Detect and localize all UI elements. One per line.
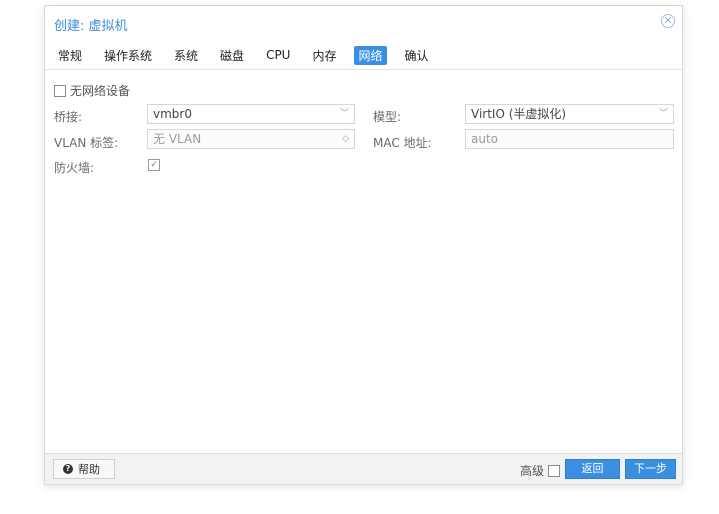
close-icon[interactable]: × (661, 14, 675, 28)
advanced-label: 高级 (519, 464, 544, 478)
question-icon: ? (63, 464, 73, 474)
vlan-label: VLAN 标签: (54, 136, 119, 150)
mac-label: MAC 地址: (373, 136, 432, 150)
tab-os[interactable]: 操作系统 (100, 46, 156, 65)
model-select[interactable]: VirtIO (半虚拟化) ﹀ (465, 104, 674, 124)
chevron-down-icon[interactable]: ﹀ (340, 105, 349, 123)
mac-value: auto (471, 132, 499, 146)
help-button[interactable]: ? 帮助 (53, 459, 115, 479)
tab-memory[interactable]: 内存 (308, 46, 340, 65)
no-network-checkbox[interactable] (54, 84, 66, 97)
vlan-field[interactable]: 无 VLAN ◇ (147, 129, 355, 149)
dialog-title: 创建: 虚拟机 (54, 19, 128, 34)
model-label: 模型: (373, 110, 402, 124)
no-network-label: 无网络设备 (70, 84, 131, 98)
back-button[interactable]: 返回 (565, 459, 620, 479)
firewall-label: 防火墙: (54, 161, 95, 175)
help-label: 帮助 (78, 463, 100, 476)
vlan-value: 无 VLAN (153, 132, 202, 146)
spinner-icon[interactable]: ◇ (342, 130, 349, 148)
wizard-tabs: 常规 操作系统 系统 磁盘 CPU 内存 网络 确认 (54, 45, 447, 65)
next-button[interactable]: 下一步 (625, 459, 676, 479)
bridge-select[interactable]: vmbr0 ﹀ (147, 104, 355, 124)
mac-field[interactable]: auto (465, 129, 674, 149)
tab-system[interactable]: 系统 (170, 46, 202, 65)
bridge-value: vmbr0 (153, 107, 192, 121)
create-vm-dialog: 创建: 虚拟机 × 常规 操作系统 系统 磁盘 CPU 内存 网络 确认 无网络… (44, 5, 683, 485)
dialog-titlebar: 创建: 虚拟机 × (45, 6, 682, 38)
tab-general[interactable]: 常规 (54, 46, 86, 65)
advanced-checkbox[interactable] (548, 464, 560, 477)
advanced-option[interactable]: 高级 (520, 462, 560, 479)
no-network-option[interactable]: 无网络设备 (54, 82, 130, 99)
dialog-footer: ? 帮助 高级 返回 下一步 (45, 453, 682, 484)
tabs-divider (45, 69, 682, 70)
model-value: VirtIO (半虚拟化) (471, 107, 567, 121)
tab-cpu[interactable]: CPU (262, 47, 294, 63)
firewall-checkbox[interactable]: ✓ (148, 159, 160, 171)
tab-network[interactable]: 网络 (354, 45, 387, 65)
tab-disks[interactable]: 磁盘 (216, 46, 248, 65)
chevron-down-icon[interactable]: ﹀ (659, 105, 668, 123)
tab-confirm[interactable]: 确认 (401, 46, 433, 65)
bridge-label: 桥接: (54, 110, 83, 124)
